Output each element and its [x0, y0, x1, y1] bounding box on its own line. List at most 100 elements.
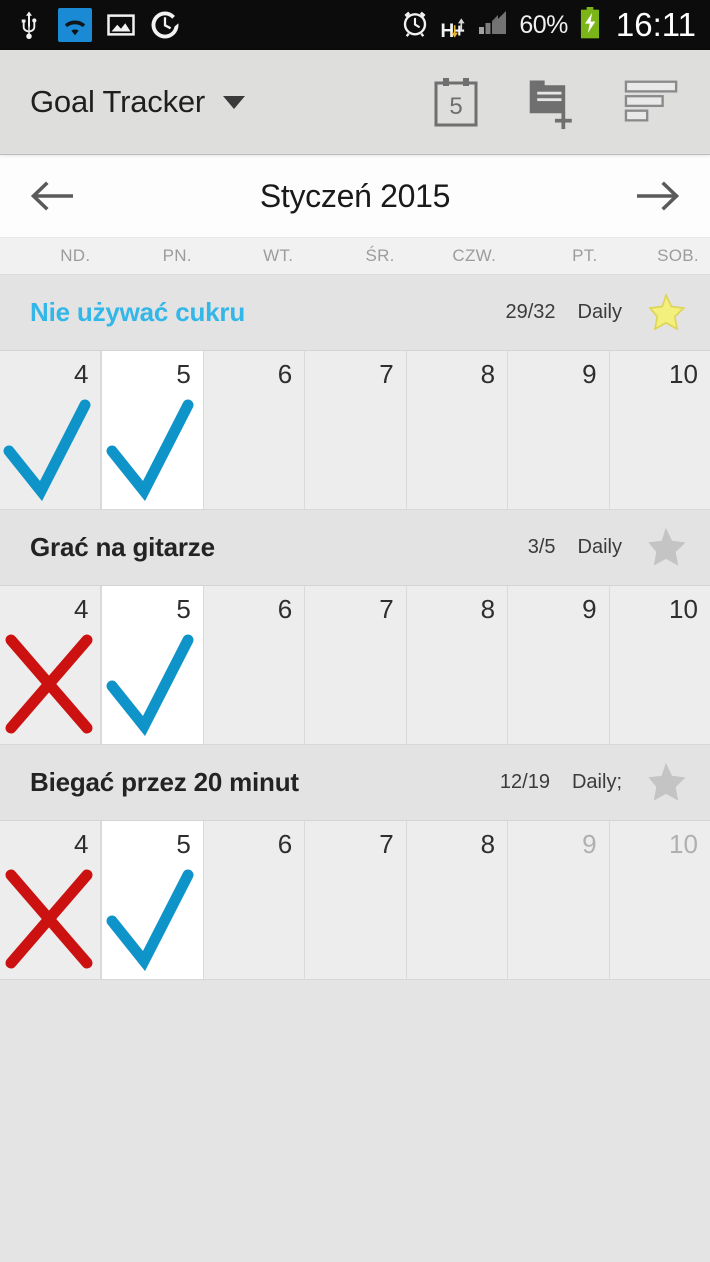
goal-days-row: 4 5 6 7 8 9 10 — [0, 586, 710, 744]
day-status-mark — [305, 393, 405, 503]
app-screen: H+ 60% 16:11 Goal Tracker 5 Styczeń 2015… — [0, 0, 710, 1262]
day-status-mark — [204, 393, 304, 503]
day-cell[interactable]: 8 — [406, 586, 509, 744]
day-cell[interactable]: 8 — [406, 821, 509, 979]
gallery-icon — [106, 10, 136, 40]
day-number: 6 — [277, 829, 293, 859]
goal-days-row: 4 5 6 7 8 9 10 — [0, 351, 710, 509]
day-cell[interactable]: 4 — [0, 586, 102, 744]
day-status-mark — [204, 628, 304, 738]
day-number: 9 — [582, 594, 597, 624]
day-number: 4 — [73, 829, 89, 859]
day-cell[interactable]: 5 — [101, 821, 204, 979]
day-status-mark — [407, 863, 507, 973]
day-cell[interactable]: 7 — [305, 586, 407, 744]
day-cell[interactable]: 4 — [0, 351, 102, 509]
day-number: 7 — [379, 829, 394, 859]
weekday-label: ŚR. — [365, 246, 395, 265]
day-status-mark — [610, 393, 710, 503]
day-number: 6 — [277, 594, 293, 624]
day-number: 10 — [669, 359, 698, 389]
day-status-mark — [407, 393, 507, 503]
star-outline-icon[interactable] — [644, 526, 688, 570]
star-filled-icon[interactable] — [644, 291, 688, 335]
battery-percent-label: 60% — [519, 10, 568, 39]
day-status-mark — [102, 393, 202, 503]
app-title-dropdown[interactable]: Goal Tracker — [30, 84, 246, 120]
goals-container: Nie używać cukru 29/32 Daily 4 5 6 7 8 9 10 Grać n… — [0, 275, 710, 980]
alarm-icon — [400, 8, 430, 43]
day-number: 8 — [480, 829, 496, 859]
day-cell[interactable]: 6 — [203, 351, 306, 509]
day-cell[interactable]: 7 — [305, 351, 407, 509]
day-cell[interactable]: 9 — [508, 586, 610, 744]
check-mark-icon — [3, 399, 91, 501]
weekday-label: CZW. — [452, 246, 497, 265]
day-cell[interactable]: 8 — [406, 351, 509, 509]
signal-strength-icon — [477, 10, 509, 41]
weekday-label: SOB. — [657, 246, 699, 265]
day-number: 5 — [176, 359, 191, 389]
page-title: Goal Tracker — [30, 84, 206, 119]
usb-icon — [14, 10, 44, 40]
goal-frequency-label: Daily — [577, 536, 622, 558]
day-status-mark — [407, 628, 507, 738]
day-number: 7 — [379, 594, 394, 624]
goal-meta: 3/5 Daily — [528, 526, 688, 570]
day-cell[interactable]: 9 — [508, 351, 610, 509]
check-mark-icon — [106, 869, 194, 971]
status-bar-right-icons: H+ 60% 16:11 — [400, 6, 696, 44]
day-number: 8 — [480, 359, 496, 389]
goal-progress-count: 12/19 — [499, 771, 550, 793]
goal-header-row[interactable]: Grać na gitarze 3/5 Daily — [0, 510, 710, 586]
day-status-mark — [102, 863, 202, 973]
day-cell[interactable]: 6 — [203, 586, 306, 744]
day-cell[interactable]: 10 — [609, 586, 710, 744]
goal-frequency-label: Daily; — [571, 771, 622, 793]
star-outline-icon[interactable] — [644, 761, 688, 805]
arrow-left-icon[interactable] — [24, 168, 80, 224]
day-cell[interactable]: 5 — [101, 351, 204, 509]
day-number: 10 — [669, 829, 698, 859]
day-number: 4 — [73, 594, 89, 624]
cross-mark-icon — [5, 634, 93, 734]
goal-meta: 12/19 Daily; — [500, 761, 688, 805]
status-bar: H+ 60% 16:11 — [0, 0, 710, 50]
weekday-label: WT. — [263, 246, 294, 265]
clock-time-label: 16:11 — [615, 6, 696, 43]
arrow-right-icon[interactable] — [630, 168, 686, 224]
goal-title: Nie używać cukru — [30, 297, 245, 327]
battery-charging-icon — [578, 6, 602, 44]
day-cell[interactable]: 6 — [203, 821, 306, 979]
day-number: 6 — [277, 359, 293, 389]
add-note-icon[interactable] — [526, 72, 582, 132]
status-bar-left-icons — [14, 8, 180, 42]
day-status-mark — [508, 628, 608, 738]
day-status-mark — [305, 863, 405, 973]
day-cell[interactable]: 7 — [305, 821, 407, 979]
weekday-header-row: ND. PN. WT. ŚR. CZW. PT. SOB. — [0, 237, 710, 275]
check-mark-icon — [106, 399, 194, 501]
goal-header-row[interactable]: Nie używać cukru 29/32 Daily — [0, 275, 710, 351]
goal-meta: 29/32 Daily — [505, 291, 688, 335]
day-cell[interactable]: 9 — [508, 821, 610, 979]
day-cell[interactable]: 5 — [101, 586, 204, 744]
app-bar: Goal Tracker 5 — [0, 50, 710, 155]
day-status-mark — [0, 863, 100, 973]
month-navigation-bar: Styczeń 2015 — [0, 155, 710, 237]
day-cell[interactable]: 10 — [609, 821, 710, 979]
day-cell[interactable]: 10 — [609, 351, 710, 509]
goal-frequency-label: Daily — [577, 301, 622, 323]
day-status-mark — [102, 628, 202, 738]
goals-list: Nie używać cukru 29/32 Daily 4 5 6 7 8 9 10 Grać n… — [0, 275, 710, 1262]
day-cell[interactable]: 4 — [0, 821, 102, 979]
chevron-down-icon — [223, 95, 246, 109]
star-outline-icon — [648, 527, 686, 566]
goal-header-row[interactable]: Biegać przez 20 minut 12/19 Daily; — [0, 745, 710, 821]
app-bar-actions: 5 — [428, 72, 680, 132]
goal-progress-count: 3/5 — [527, 536, 556, 558]
calendar-icon[interactable]: 5 — [428, 72, 484, 132]
star-filled-icon — [648, 292, 686, 331]
weekday-label: ND. — [60, 246, 91, 265]
sort-list-icon[interactable] — [624, 72, 680, 132]
